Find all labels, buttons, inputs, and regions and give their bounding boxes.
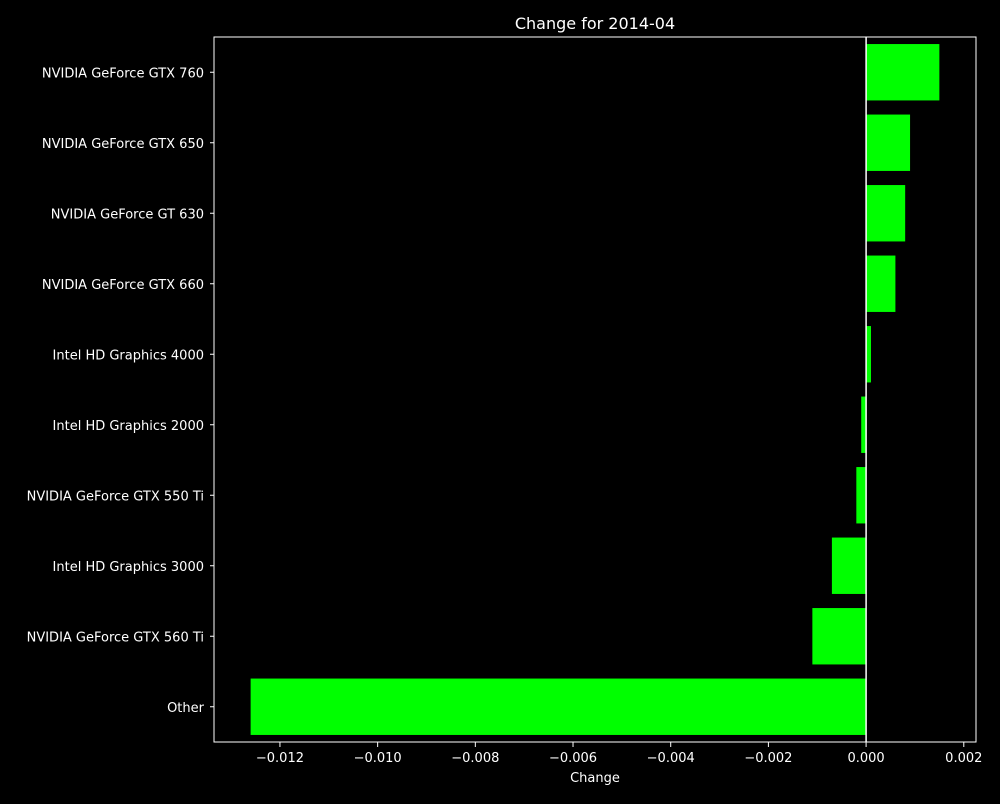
x-tick-label: −0.012 — [256, 751, 304, 766]
x-axis-label: Change — [570, 771, 620, 786]
bar — [866, 185, 906, 242]
y-tick-label: Intel HD Graphics 2000 — [53, 419, 204, 434]
y-tick-label: NVIDIA GeForce GTX 650 — [42, 137, 204, 152]
x-tick-label: −0.002 — [744, 751, 792, 766]
bar — [866, 255, 896, 312]
x-tick-label: 0.002 — [945, 751, 982, 766]
x-tick-label: −0.004 — [647, 751, 695, 766]
y-tick-label: Intel HD Graphics 3000 — [53, 560, 204, 575]
y-tick-label: NVIDIA GeForce GTX 560 Ti — [27, 630, 204, 645]
bar — [856, 467, 867, 524]
y-tick-label: NVIDIA GeForce GTX 760 — [42, 66, 204, 81]
y-tick-label: NVIDIA GeForce GTX 550 Ti — [27, 489, 204, 504]
y-tick-label: Other — [167, 701, 205, 716]
y-tick-label: NVIDIA GeForce GT 630 — [51, 207, 204, 222]
bar — [866, 44, 940, 101]
x-tick-label: −0.008 — [451, 751, 499, 766]
bar-chart: Change for 2014-04 NVIDIA GeForce GTX 76… — [0, 0, 1000, 800]
chart-container: Change for 2014-04 NVIDIA GeForce GTX 76… — [0, 0, 1000, 800]
bar — [812, 608, 867, 665]
x-tick-label: 0.000 — [847, 751, 884, 766]
y-tick-label: NVIDIA GeForce GTX 660 — [42, 278, 204, 293]
y-tick-label: Intel HD Graphics 4000 — [53, 348, 204, 363]
bar — [866, 114, 911, 171]
x-tick-label: −0.006 — [549, 751, 597, 766]
chart-title: Change for 2014-04 — [515, 14, 675, 33]
x-tick-label: −0.010 — [354, 751, 402, 766]
bar — [831, 537, 867, 594]
bar — [250, 678, 867, 735]
